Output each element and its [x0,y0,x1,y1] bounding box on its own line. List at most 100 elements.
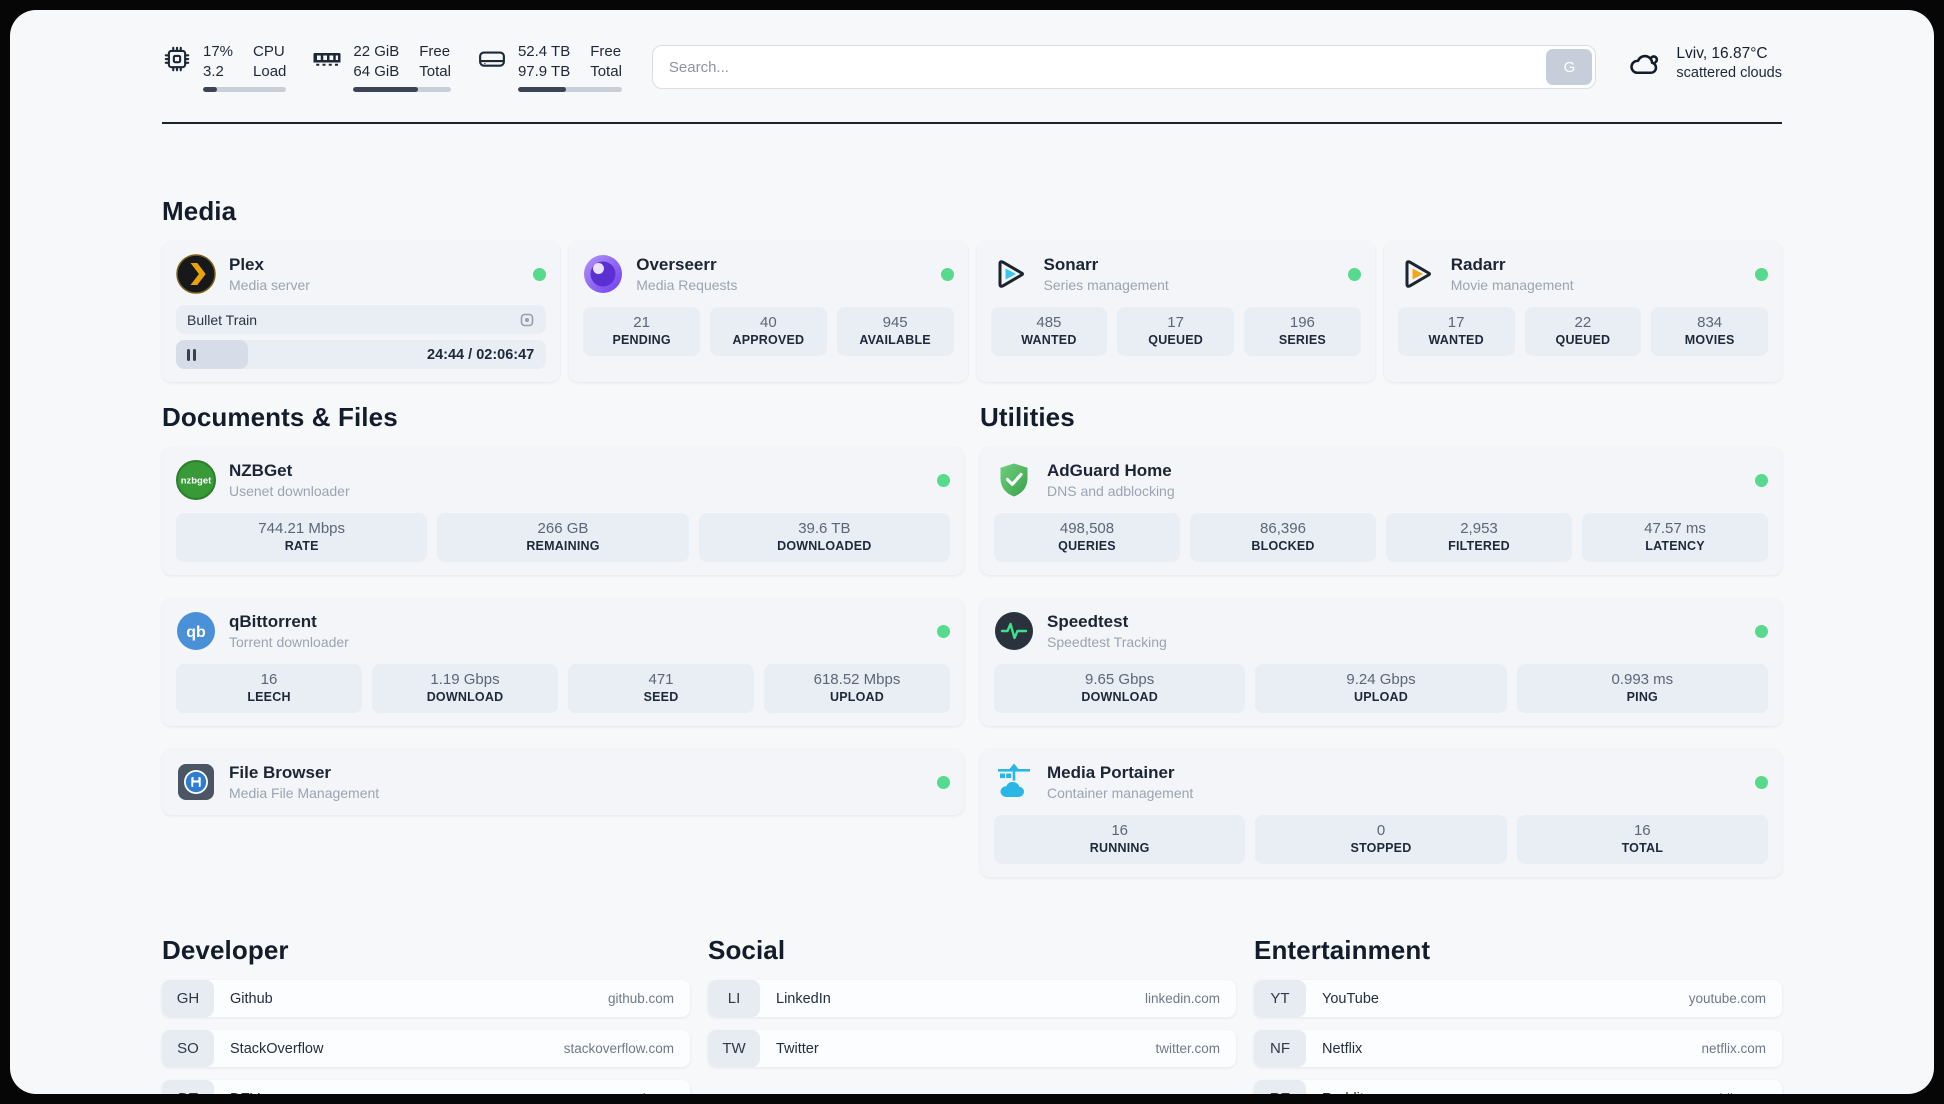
link-row-linkedin[interactable]: LI LinkedIn linkedin.com [708,980,1236,1017]
stat-value: 16 [260,671,278,688]
app-description: Usenet downloader [229,483,350,499]
app-description: Torrent downloader [229,634,349,650]
ram-free: 22 GiB [353,43,400,60]
stat-label: PENDING [612,333,671,347]
stat-label: AVAILABLE [859,333,931,347]
app-card-speedtest[interactable]: Speedtest Speedtest Tracking 9.65 Gbps D… [980,598,1782,726]
link-row-github[interactable]: GH Github github.com [162,980,690,1017]
app-card-nzbget[interactable]: nzbget NZBGet Usenet downloader 744.21 M… [162,447,964,575]
app-card-overseerr[interactable]: Overseerr Media Requests 21 PENDING 40 A… [569,241,968,382]
stat-label: LEECH [247,690,291,704]
stat-download: 1.19 Gbps DOWNLOAD [372,664,558,713]
weather-widget[interactable]: Lviv, 16.87°C scattered clouds [1626,44,1782,83]
stat-label: SERIES [1278,333,1326,347]
link-row-reddit[interactable]: RE Reddit reddit.com [1254,1080,1782,1094]
stat-value: 0.993 ms [1611,671,1674,688]
media-grid: Plex Media server Bullet Train 24:44 / 0… [162,241,1782,382]
playback-progress-bar[interactable]: 24:44 / 02:06:47 [176,340,547,369]
stat-label: BLOCKED [1251,539,1315,553]
stat-value: 618.52 Mbps [813,671,901,688]
dashboard-page: 17% 3.2 CPU Load 22 GiB 64 GiB Free Tota… [10,10,1934,1094]
link-url: stackoverflow.com [563,1041,674,1056]
stat-remaining: 266 GB REMAINING [437,513,689,562]
stat-label: RUNNING [1089,841,1150,855]
link-row-twitter[interactable]: TW Twitter twitter.com [708,1030,1236,1067]
stat-label: STOPPED [1350,841,1412,855]
stat-label: QUEUED [1148,333,1203,347]
status-online-dot [533,267,547,281]
stat-value: 86,396 [1260,520,1306,537]
stat-series: 196 SERIES [1244,307,1361,356]
app-card-qbittorrent[interactable]: qb qBittorrent Torrent downloader 16 LEE… [162,598,964,726]
adguard-icon [994,460,1034,500]
stat-wanted: 485 WANTED [990,307,1108,356]
ram-total: 64 GiB [353,63,400,80]
app-name: Speedtest [1047,612,1129,631]
app-card-sonarr[interactable]: Sonarr Series management 485 WANTED 17 Q… [976,241,1375,382]
weather-location: Lviv, 16.87°C [1676,45,1768,62]
stat-value: 17 [1447,314,1465,331]
link-row-youtube[interactable]: YT YouTube youtube.com [1254,980,1782,1017]
app-name: qBittorrent [229,612,317,631]
stat-label: DOWNLOAD [1081,690,1158,704]
stat-ping: 0.993 ms PING [1516,664,1768,713]
stat-label: DOWNLOAD [426,690,504,704]
link-badge: RE [1254,1080,1306,1094]
cpu-widget: 17% 3.2 CPU Load [162,42,287,92]
stat-label: QUEUED [1555,333,1611,347]
link-url: dev.to [638,1091,674,1094]
stat-queries: 498,508 QUERIES [994,513,1180,562]
app-card-adguard[interactable]: AdGuard Home DNS and adblocking 498,508 … [980,447,1782,575]
section-title-developer: Developer [162,935,289,965]
session-icon[interactable] [519,312,535,328]
cpu-icon [162,44,192,92]
link-url: reddit.com [1703,1091,1766,1094]
stat-label: WANTED [1021,333,1077,347]
stat-download: 9.65 Gbps DOWNLOAD [994,664,1246,713]
header-divider [162,122,1782,124]
status-online-dot [937,624,950,638]
stat-value: 39.6 TB [798,520,851,537]
playback-time: 24:44 / 02:06:47 [427,346,535,363]
stat-value: 16 [1111,822,1128,839]
status-online-dot [1755,624,1768,638]
status-online-dot [937,473,950,487]
app-card-radarr[interactable]: Radarr Movie management 17 WANTED 22 QUE… [1383,241,1782,382]
stat-label: APPROVED [732,333,805,347]
search-input[interactable] [652,46,1544,88]
link-row-stackoverflow[interactable]: SO StackOverflow stackoverflow.com [162,1030,690,1067]
app-name: Media Portainer [1047,763,1175,782]
stat-label: SEED [643,690,679,704]
ram-label-2: Total [419,63,451,80]
qbittorrent-icon-text: qb [186,624,206,641]
stat-value: 834 [1697,314,1723,331]
cpu-label-1: CPU [253,43,285,60]
disk-label-1: Free [590,43,622,60]
link-badge: LI [708,980,760,1017]
portainer-icon [994,762,1034,802]
stat-value: 1.19 Gbps [430,671,500,688]
link-row-dev[interactable]: DT DEV dev.to [162,1080,690,1094]
link-name: LinkedIn [776,990,831,1007]
section-title-entertainment: Entertainment [1254,935,1431,965]
link-row-netflix[interactable]: NF Netflix netflix.com [1254,1030,1782,1067]
link-url: github.com [607,991,674,1006]
app-card-filebrowser[interactable]: File Browser Media File Management [162,749,964,815]
app-name: Radarr [1450,255,1506,274]
app-card-portainer[interactable]: Media Portainer Container management 16 … [980,749,1782,877]
search-bar: G [651,45,1597,89]
stat-running: 16 RUNNING [994,815,1246,864]
search-engine-button[interactable]: G [1546,49,1593,85]
pause-icon[interactable] [187,348,196,361]
app-description: Movie management [1450,277,1574,293]
link-url: youtube.com [1688,991,1766,1006]
link-badge: GH [162,980,214,1017]
nzbget-icon-text: nzbget [181,476,212,487]
stat-stopped: 0 STOPPED [1255,815,1507,864]
disk-progress-fill [517,87,566,92]
ram-widget: 22 GiB 64 GiB Free Total [312,42,451,92]
stat-value: 744.21 Mbps [258,520,346,537]
stat-value: 498,508 [1059,520,1115,537]
app-card-plex[interactable]: Plex Media server Bullet Train 24:44 / 0… [162,241,561,382]
stat-rate: 744.21 Mbps RATE [176,513,428,562]
